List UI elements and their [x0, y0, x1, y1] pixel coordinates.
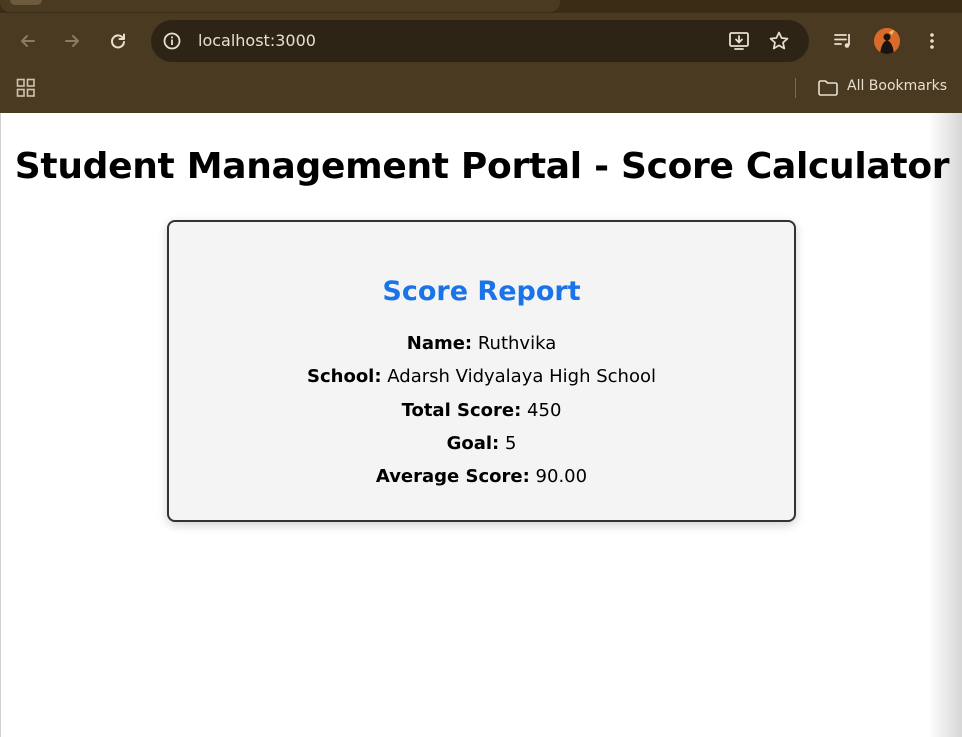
- page-viewport: Student Management Portal - Score Calcul…: [0, 113, 962, 737]
- apps-grid-icon: [16, 78, 35, 97]
- name-row: Name: Ruthvika: [169, 333, 794, 354]
- url-text[interactable]: localhost:3000: [198, 31, 316, 50]
- menu-icon: [930, 33, 934, 49]
- browser-menu-button[interactable]: [917, 26, 947, 56]
- reload-button[interactable]: [103, 26, 133, 56]
- folder-icon: [818, 80, 838, 96]
- bookmark-star-icon: [769, 31, 789, 50]
- total-score-row: Total Score: 450: [169, 400, 794, 421]
- media-control-icon: [834, 34, 850, 48]
- goal-row: Goal: 5: [169, 433, 794, 454]
- forward-icon: [65, 35, 79, 47]
- avatar-image: [874, 28, 900, 54]
- profile-avatar[interactable]: [874, 28, 900, 54]
- bookmark-star-button[interactable]: [767, 29, 791, 53]
- school-row: School: Adarsh Vidyalaya High School: [169, 366, 794, 387]
- install-app-button[interactable]: [727, 29, 751, 53]
- total-score-label: Total Score:: [401, 400, 522, 421]
- score-report-heading: Score Report: [382, 276, 581, 307]
- inactive-tab[interactable]: [678, 0, 962, 12]
- all-bookmarks-folder[interactable]: [817, 77, 839, 99]
- average-score-value: 90.00: [535, 466, 588, 487]
- bookmarks-divider: [795, 78, 796, 98]
- back-button[interactable]: [13, 26, 43, 56]
- back-icon: [21, 35, 35, 47]
- name-label: Name:: [406, 333, 473, 354]
- average-score-label: Average Score:: [375, 466, 530, 487]
- school-label: School:: [307, 366, 382, 387]
- tab-strip: [0, 0, 962, 13]
- browser-chrome: localhost:3000 All Bookmarks: [0, 0, 962, 113]
- name-value: Ruthvika: [477, 333, 557, 354]
- apps-button[interactable]: [16, 78, 36, 98]
- tab-favicon: [10, 0, 42, 5]
- goal-label: Goal:: [446, 433, 500, 454]
- site-info-button[interactable]: [161, 30, 183, 52]
- media-control-button[interactable]: [828, 26, 858, 56]
- page-title: Student Management Portal - Score Calcul…: [14, 146, 950, 187]
- active-tab[interactable]: [0, 0, 560, 12]
- reload-icon: [111, 33, 125, 49]
- total-score-value: 450: [527, 400, 562, 421]
- install-app-icon: [729, 32, 749, 50]
- average-score-row: Average Score: 90.00: [169, 466, 794, 487]
- school-value: Adarsh Vidyalaya High School: [387, 366, 656, 387]
- goal-value: 5: [504, 433, 517, 454]
- site-info-icon: [163, 32, 181, 50]
- address-bar[interactable]: localhost:3000: [151, 20, 809, 62]
- score-report-card: Score Report Name: Ruthvika School: Adar…: [167, 220, 796, 522]
- all-bookmarks-label[interactable]: All Bookmarks: [847, 78, 947, 94]
- forward-button[interactable]: [57, 26, 87, 56]
